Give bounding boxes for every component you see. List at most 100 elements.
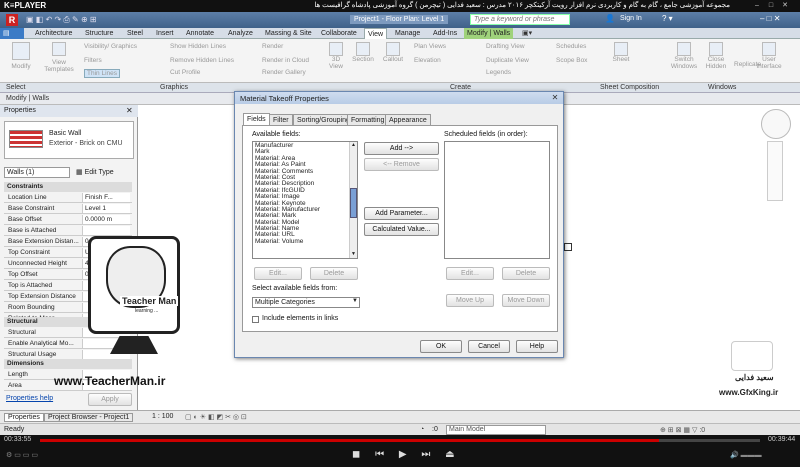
instance-selector[interactable]: Walls (1)	[4, 167, 70, 178]
close-icon[interactable]: ✕	[780, 1, 790, 10]
edit-button-left[interactable]: Edit...	[254, 267, 302, 280]
move-down-button[interactable]: Move Down	[502, 294, 550, 307]
sheet-button[interactable]: Sheet	[610, 42, 632, 63]
property-value[interactable]: 0.0000 m	[82, 215, 130, 224]
kmplayer-logo[interactable]: K≡PLAYER	[4, 1, 46, 10]
volume-icon[interactable]: 🔊 ▬▬▬	[730, 451, 762, 459]
cut-profile-button[interactable]: Cut Profile	[170, 69, 200, 76]
remove-hidden-lines-button[interactable]: Remove Hidden Lines	[170, 57, 234, 64]
delete-button-left[interactable]: Delete	[310, 267, 358, 280]
tab-architecture[interactable]: Architecture	[32, 28, 75, 39]
switch-windows-button[interactable]: Switch Windows	[668, 42, 700, 70]
visibility-graphics-button[interactable]: Visibility/ Graphics	[84, 43, 137, 50]
design-option-select[interactable]: Main Model	[446, 425, 546, 435]
user-interface-button[interactable]: User Interface	[752, 42, 786, 70]
property-value[interactable]	[82, 226, 130, 235]
view-control-icons[interactable]: ▢ ◐ ☀ ◧ ◩ ✂ ◎ ⊡	[185, 413, 247, 421]
show-hidden-lines-button[interactable]: Show Hidden Lines	[170, 43, 226, 50]
tab-modify-walls[interactable]: Modify | Walls	[464, 28, 514, 39]
quick-access-icons[interactable]: ▣ ◧ ↶ ↷ ⎙ ✎ ⊕ ⊞	[26, 15, 97, 25]
render-button[interactable]: Render	[262, 43, 283, 50]
section-button[interactable]: Section	[350, 42, 376, 63]
plan-views-button[interactable]: Plan Views	[414, 43, 446, 50]
tab-fields[interactable]: Fields	[243, 113, 270, 125]
ribbon-toggle-icon[interactable]: ▣▾	[522, 29, 532, 37]
property-value[interactable]: Level 1	[82, 204, 130, 213]
schedules-button[interactable]: Schedules	[556, 43, 586, 50]
legends-button[interactable]: Legends	[486, 69, 511, 76]
ok-button[interactable]: OK	[420, 340, 462, 353]
callout-button[interactable]: Callout	[380, 42, 406, 63]
file-tab[interactable]: ▤	[0, 28, 24, 39]
edit-type-button[interactable]: ▦ Edit Type	[74, 167, 134, 178]
property-value[interactable]: Finish F...	[82, 193, 130, 202]
dialog-close-icon[interactable]: ✕	[550, 93, 560, 102]
property-row[interactable]: Location Line Finish F...	[4, 193, 132, 203]
tab-analyze[interactable]: Analyze	[225, 28, 256, 39]
apply-button[interactable]: Apply	[88, 393, 132, 406]
playback-controls[interactable]: ◼ ⏮ ▶ ⏭ ⏏	[352, 449, 461, 460]
tab-collaborate[interactable]: Collaborate	[318, 28, 360, 39]
user-icon[interactable]: 👤	[605, 14, 615, 23]
render-gallery-button[interactable]: Render Gallery	[262, 69, 306, 76]
help-icon[interactable]: ? ▾	[662, 14, 673, 23]
3d-view-button[interactable]: 3D View	[326, 42, 346, 70]
add-parameter-button[interactable]: Add Parameter...	[364, 207, 439, 220]
cancel-button[interactable]: Cancel	[468, 340, 510, 353]
remove-button[interactable]: <-- Remove	[364, 158, 439, 171]
filters-button[interactable]: Filters	[84, 57, 102, 64]
add-button[interactable]: Add -->	[364, 142, 439, 155]
help-button[interactable]: Help	[516, 340, 558, 353]
tab-view[interactable]: View	[364, 28, 388, 39]
tab-add-ins[interactable]: Add-Ins	[430, 28, 460, 39]
calculated-value-button[interactable]: Calculated Value...	[364, 223, 439, 236]
available-fields-list[interactable]: Manufacturer Mark Material: Area Material: …	[252, 141, 358, 259]
drafting-view-button[interactable]: Drafting View	[486, 43, 525, 50]
elevation-button[interactable]: Elevation	[414, 57, 441, 64]
thin-lines-button[interactable]: Thin Lines	[84, 69, 120, 78]
properties-help-link[interactable]: Properties help	[6, 395, 53, 402]
constraints-section[interactable]: Constraints	[4, 182, 132, 192]
property-row[interactable]: Base Offset 0.0000 m	[4, 215, 132, 225]
sign-in-link[interactable]: Sign In	[620, 15, 642, 22]
tab-properties[interactable]: Properties	[4, 413, 44, 422]
property-row[interactable]: Base Constraint Level 1	[4, 204, 132, 214]
tab-filter[interactable]: Filter	[269, 114, 293, 125]
panel-select[interactable]: Select	[6, 83, 25, 93]
tab-steel[interactable]: Steel	[124, 28, 146, 39]
scheduled-fields-list[interactable]	[444, 141, 550, 259]
properties-close-icon[interactable]: ✕	[126, 106, 133, 115]
include-links-checkbox[interactable]	[252, 316, 259, 323]
tab-formatting[interactable]: Formatting	[347, 114, 389, 125]
maximize-icon[interactable]: □	[766, 1, 776, 10]
render-cloud-button[interactable]: Render in Cloud	[262, 57, 309, 64]
tab-insert[interactable]: Insert	[153, 28, 177, 39]
type-selector[interactable]: Basic Wall Exterior - Brick on CMU	[4, 121, 134, 159]
field-list-item[interactable]: Material: Volume	[253, 238, 357, 245]
tab-structure[interactable]: Structure	[82, 28, 116, 39]
tab-manage[interactable]: Manage	[392, 28, 423, 39]
category-select[interactable]: Multiple Categories ▼	[252, 297, 360, 308]
search-input[interactable]: Type a keyword or phrase	[470, 14, 570, 25]
tab-massing-site[interactable]: Massing & Site	[262, 28, 315, 39]
tab-sorting-grouping[interactable]: Sorting/Grouping	[293, 114, 354, 125]
worksharing-icon[interactable]: ◔	[420, 426, 424, 433]
property-row[interactable]: Base is Attached	[4, 226, 132, 236]
view-templates-button[interactable]: View Templates	[42, 42, 76, 80]
edit-button-right[interactable]: Edit...	[446, 267, 494, 280]
navigation-bar[interactable]	[767, 141, 783, 201]
selection-filter-icons[interactable]: ⊕ ⊞ ⊠ ▦ ▽ :0	[660, 426, 705, 434]
duplicate-view-button[interactable]: Duplicate View	[486, 57, 529, 64]
move-up-button[interactable]: Move Up	[446, 294, 494, 307]
scroll-thumb[interactable]	[350, 188, 357, 218]
minimize-icon[interactable]: –	[752, 1, 762, 10]
scope-box-button[interactable]: Scope Box	[556, 57, 587, 64]
view-scale[interactable]: 1 : 100	[152, 413, 173, 420]
viewcube-icon[interactable]	[761, 109, 791, 139]
tab-project-browser[interactable]: Project Browser - Project1	[44, 413, 134, 422]
tab-annotate[interactable]: Annotate	[183, 28, 217, 39]
tab-appearance[interactable]: Appearance	[385, 114, 431, 125]
wall-grip-icon[interactable]	[564, 243, 572, 251]
player-option-icons[interactable]: ⚙ ▭ ▭ ▭	[6, 451, 38, 459]
revit-logo-icon[interactable]: R	[6, 14, 18, 26]
